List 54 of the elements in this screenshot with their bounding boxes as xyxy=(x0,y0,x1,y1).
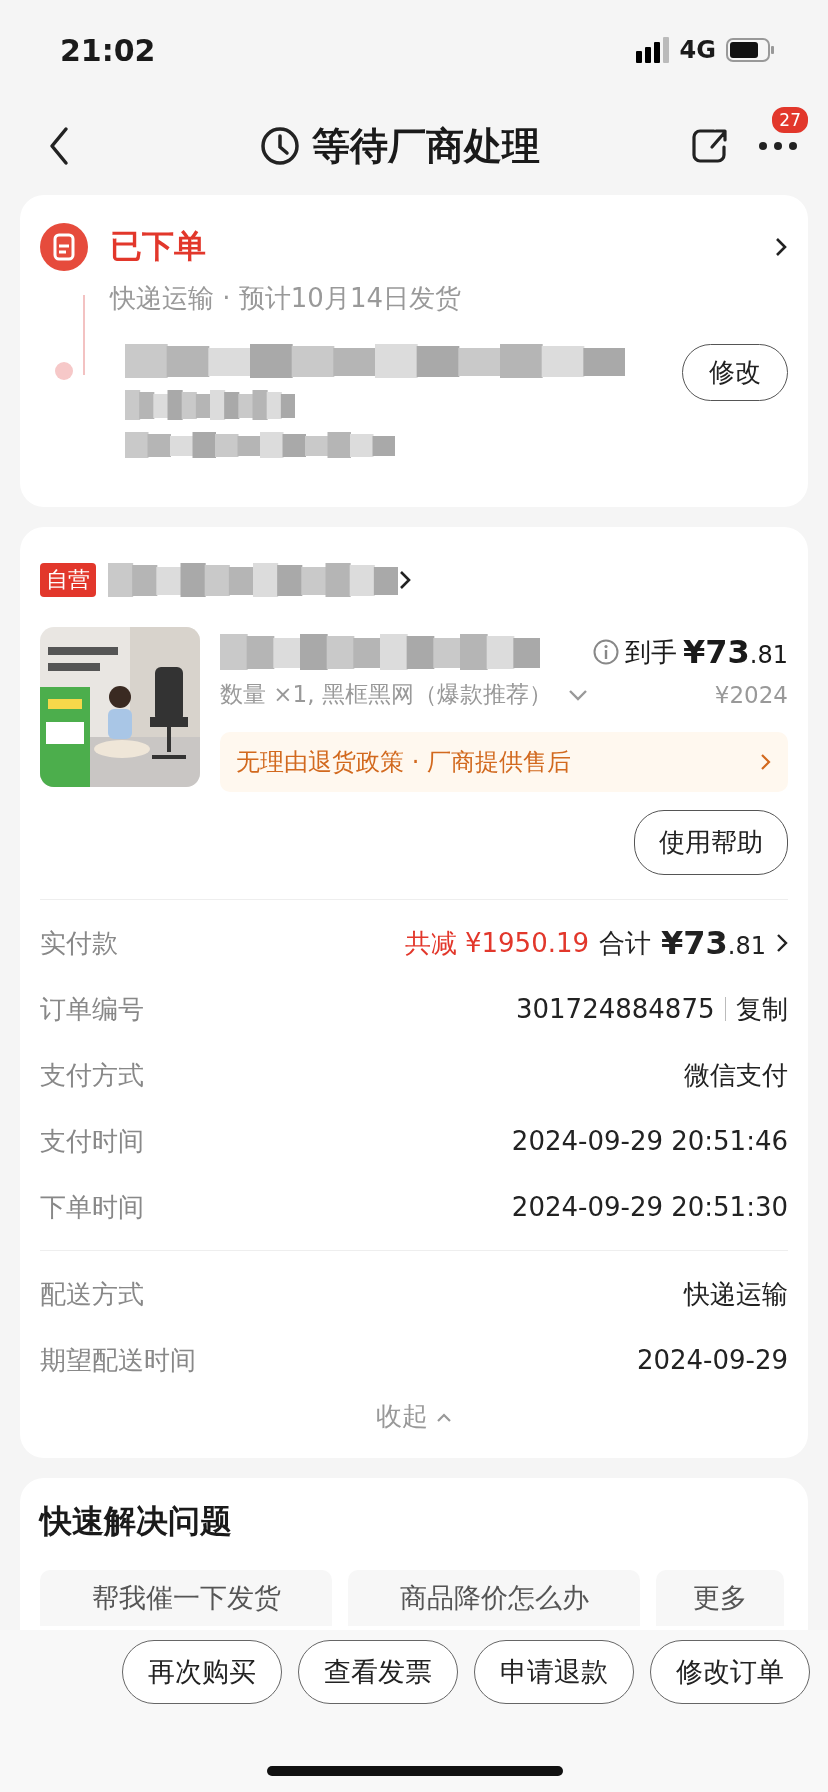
action-button[interactable]: 修改订单 xyxy=(650,1640,810,1704)
detail-label: 期望配送时间 xyxy=(40,1343,196,1377)
shipping-estimate: 快递运输 · 预计10月14日发货 xyxy=(110,282,462,315)
help-button[interactable]: 使用帮助 xyxy=(634,810,788,875)
clock-icon xyxy=(260,126,300,166)
detail-value: 快递运输 xyxy=(684,1277,788,1311)
product-spec: 数量 ×1, 黑框黑网（爆款推荐） xyxy=(220,680,552,709)
total-label: 合计 xyxy=(599,926,652,960)
discount-amount: 共减 ¥1950.19 xyxy=(404,926,590,960)
detail-value: 2024-09-29 20:51:46 xyxy=(511,1126,788,1156)
chevron-up-icon xyxy=(436,1411,452,1422)
detail-label: 实付款 xyxy=(40,926,118,960)
edit-button[interactable]: 修改 xyxy=(682,344,788,401)
chevron-icon[interactable] xyxy=(774,236,788,258)
detail-label: 配送方式 xyxy=(40,1277,144,1311)
quick-option-button[interactable]: 更多 xyxy=(656,1570,784,1626)
notification-badge: 27 xyxy=(770,105,810,135)
section-title: 快速解决问题 xyxy=(40,1501,233,1542)
signal-icon xyxy=(635,37,670,63)
more-icon[interactable] xyxy=(758,141,798,151)
order-status-icon xyxy=(40,223,88,271)
detail-label: 下单时间 xyxy=(40,1190,144,1224)
battery-icon xyxy=(726,38,776,62)
action-button[interactable]: 查看发票 xyxy=(298,1640,458,1704)
order-status: 已下单 xyxy=(110,226,207,267)
info-icon[interactable] xyxy=(593,639,620,665)
detail-value: 301724884875 xyxy=(516,994,715,1024)
detail-label: 支付方式 xyxy=(40,1058,144,1092)
detail-value: 微信支付 xyxy=(684,1058,788,1092)
quick-option-button[interactable]: 帮我催一下发货 xyxy=(40,1570,332,1626)
price-label: 到手 xyxy=(625,635,678,669)
dropdown-icon[interactable] xyxy=(567,688,588,701)
net-price: ¥73.81 xyxy=(683,633,788,671)
timeline-dot-icon xyxy=(55,362,73,380)
return-policy: 无理由退货政策 · 厂商提供售后 xyxy=(236,747,571,778)
back-icon[interactable] xyxy=(48,126,70,166)
chevron-icon xyxy=(760,753,772,771)
detail-label: 订单编号 xyxy=(40,992,144,1026)
page-title: 等待厂商处理 xyxy=(312,122,540,170)
chevron-icon[interactable] xyxy=(776,933,788,953)
chevron-icon[interactable] xyxy=(398,569,412,591)
detail-value: 2024-09-29 xyxy=(636,1345,788,1375)
original-price: ¥2024 xyxy=(714,681,788,708)
action-button[interactable]: 申请退款 xyxy=(474,1640,634,1704)
share-icon[interactable] xyxy=(690,127,728,165)
copy-link[interactable]: 复制 xyxy=(736,991,788,1027)
clock: 21:02 xyxy=(60,32,157,68)
action-button[interactable]: 再次购买 xyxy=(122,1640,282,1704)
total-price: ¥73.81 xyxy=(661,924,766,962)
detail-value: 2024-09-29 20:51:30 xyxy=(511,1192,788,1222)
detail-label: 支付时间 xyxy=(40,1124,144,1158)
quick-option-button[interactable]: 商品降价怎么办 xyxy=(348,1570,640,1626)
network-label: 4G xyxy=(679,36,716,64)
self-operated-tag: 自营 xyxy=(40,563,96,597)
